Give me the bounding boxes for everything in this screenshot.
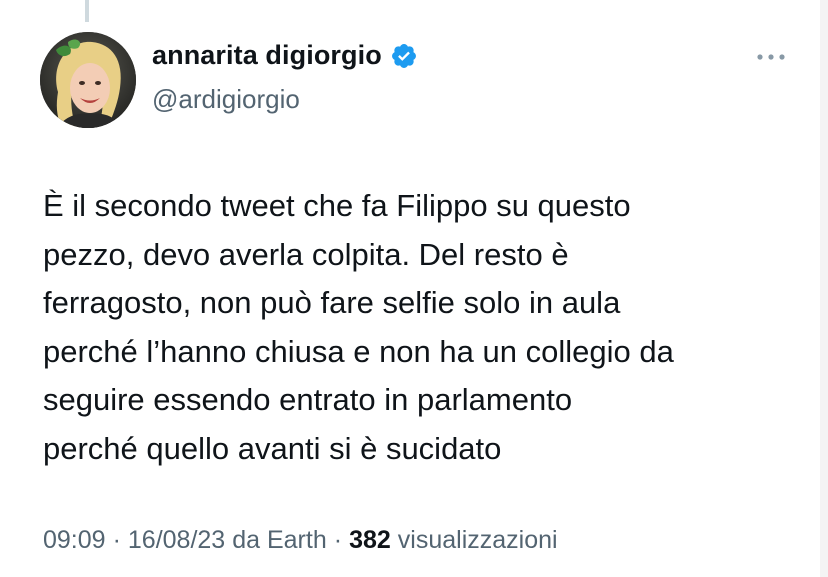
author-handle[interactable]: @ardigiorgio (152, 84, 300, 115)
meta-separator-2: · (333, 526, 343, 554)
views-count[interactable]: 382 (349, 526, 391, 555)
meta-separator: · (112, 526, 121, 554)
screen-edge (820, 0, 828, 577)
author-display-name[interactable]: annarita digiorgio (152, 40, 382, 71)
tweet-screenshot: annarita digiorgio @ardigiorgio È il sec… (0, 0, 828, 577)
avatar-photo-icon (40, 32, 136, 128)
thread-connector-line (85, 0, 89, 22)
tweet-meta: 09:09 · 16/08/23 da Earth · 382 visualiz… (43, 526, 558, 555)
verified-badge-icon[interactable] (390, 42, 418, 70)
author-name-row[interactable]: annarita digiorgio (152, 40, 418, 71)
tweet-source: da Earth (232, 526, 327, 554)
tweet-time[interactable]: 09:09 (43, 526, 106, 555)
avatar[interactable] (40, 32, 136, 128)
more-options-icon[interactable] (754, 50, 788, 64)
tweet-text: È il secondo tweet che fa Filippo su que… (43, 188, 674, 466)
tweet-date[interactable]: 16/08/23 (128, 526, 225, 555)
views-label[interactable]: visualizzazioni (398, 526, 558, 555)
